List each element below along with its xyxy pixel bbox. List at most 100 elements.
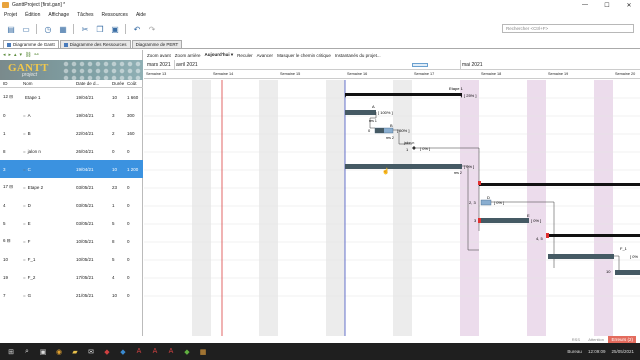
- cell-duree[interactable]: 10: [109, 167, 124, 172]
- cell-date[interactable]: 22/04/21: [73, 131, 109, 136]
- cell-nom[interactable]: = G: [20, 293, 73, 298]
- app-icon[interactable]: A: [134, 347, 144, 357]
- copy-icon[interactable]: ❐: [95, 24, 105, 34]
- cell-cout[interactable]: 0: [124, 275, 143, 280]
- cell-cout[interactable]: 0: [124, 149, 143, 154]
- tab-resources[interactable]: Diagramme des Ressources: [59, 40, 131, 48]
- save-icon[interactable]: ▤: [6, 24, 16, 34]
- cell-cout[interactable]: 1 200: [124, 167, 143, 172]
- move-down-icon[interactable]: ▾: [20, 52, 23, 58]
- cell-date[interactable]: 19/04/21: [73, 167, 109, 172]
- summary-bar-etape1[interactable]: [345, 93, 462, 96]
- clock-time[interactable]: 12:09:09: [588, 349, 606, 354]
- redo-icon[interactable]: ↷: [147, 24, 157, 34]
- cell-cout[interactable]: 0: [124, 257, 143, 262]
- cell-date[interactable]: 19/04/21: [73, 95, 109, 100]
- browser-icon[interactable]: ◉: [54, 347, 64, 357]
- cell-nom[interactable]: = A: [20, 113, 73, 118]
- cell-duree[interactable]: 0: [109, 149, 124, 154]
- rss-link[interactable]: RSS: [572, 337, 580, 342]
- chart-scroll-thumb[interactable]: [412, 63, 428, 67]
- zoom-in-button[interactable]: Zoom avant: [147, 53, 171, 58]
- cell-date[interactable]: 03/05/21: [73, 185, 109, 190]
- cell-date[interactable]: 19/04/21: [73, 113, 109, 118]
- app-icon[interactable]: A: [166, 347, 176, 357]
- table-row[interactable]: 19 = F_2 17/05/21 4 0: [0, 268, 143, 286]
- outdent-icon[interactable]: ◂: [3, 52, 6, 58]
- back-button[interactable]: Reculer: [237, 53, 253, 58]
- table-row[interactable]: 12 ⊟ Etape 1 19/04/21 10 1 660: [0, 88, 143, 106]
- cell-cout[interactable]: 0: [124, 185, 143, 190]
- menu-taches[interactable]: Tâches: [77, 12, 93, 18]
- header-nom[interactable]: Nom: [20, 81, 73, 87]
- menu-projet[interactable]: Projet: [4, 12, 17, 18]
- link-icon[interactable]: ⛓: [25, 52, 31, 58]
- table-row[interactable]: 8 = jalon n 26/04/21 0 0: [0, 142, 143, 160]
- cell-nom[interactable]: = Etape 2: [20, 185, 73, 190]
- table-row[interactable]: 0 = A 19/04/21 3 300: [0, 106, 143, 124]
- cell-date[interactable]: 03/05/21: [73, 203, 109, 208]
- clock-date[interactable]: 25/05/2021: [611, 349, 634, 354]
- menu-aide[interactable]: Aide: [136, 12, 146, 18]
- cell-duree[interactable]: 4: [109, 275, 124, 280]
- app-icon[interactable]: ◆: [102, 347, 112, 357]
- cell-duree[interactable]: 5: [109, 257, 124, 262]
- cell-duree[interactable]: 23: [109, 185, 124, 190]
- zoom-out-button[interactable]: Zoom arrière: [175, 53, 201, 58]
- desktop-label[interactable]: Bureau: [567, 349, 582, 354]
- cell-nom[interactable]: = F_2: [20, 275, 73, 280]
- task-bar-e[interactable]: [481, 218, 529, 223]
- cell-duree[interactable]: 8: [109, 239, 124, 244]
- task-bar-f1[interactable]: [548, 254, 614, 259]
- task-bar-a[interactable]: [345, 110, 376, 115]
- critical-path-button[interactable]: Masquer le chemin critique: [277, 53, 331, 58]
- forward-button[interactable]: Avancer: [257, 53, 273, 58]
- table-row[interactable]: 3 = C 19/04/21 10 1 200: [0, 160, 143, 178]
- close-button[interactable]: ✕: [618, 0, 640, 10]
- indent-icon[interactable]: ▸: [9, 52, 12, 58]
- cell-cout[interactable]: 0: [124, 221, 143, 226]
- table-row[interactable]: 1 = B 22/04/21 2 160: [0, 124, 143, 142]
- print-icon[interactable]: ▭: [21, 24, 31, 34]
- table-row[interactable]: 4 = D 03/05/21 1 0: [0, 196, 143, 214]
- paste-icon[interactable]: ▣: [110, 24, 120, 34]
- header-cout[interactable]: Coût: [124, 81, 143, 87]
- cell-duree[interactable]: 1: [109, 203, 124, 208]
- table-row[interactable]: 17 ⊟ = Etape 2 03/05/21 23 0: [0, 178, 143, 196]
- mail-icon[interactable]: ✉: [86, 347, 96, 357]
- cell-date[interactable]: 10/05/21: [73, 257, 109, 262]
- cell-nom[interactable]: = C: [20, 167, 73, 172]
- table-row[interactable]: 10 = F_1 10/05/21 5 0: [0, 250, 143, 268]
- table-row[interactable]: 7 = G 21/05/21 10 0: [0, 286, 143, 304]
- cell-cout[interactable]: 1 660: [124, 95, 143, 100]
- minimize-button[interactable]: —: [574, 0, 596, 10]
- header-id[interactable]: ID: [0, 81, 20, 87]
- app-icon[interactable]: ◆: [118, 347, 128, 357]
- cell-nom[interactable]: = F: [20, 239, 73, 244]
- milestone-jalon[interactable]: [412, 146, 416, 150]
- cell-duree[interactable]: 2: [109, 131, 124, 136]
- cell-nom[interactable]: = F_1: [20, 257, 73, 262]
- cell-nom[interactable]: = D: [20, 203, 73, 208]
- cell-cout[interactable]: 0: [124, 239, 143, 244]
- move-up-icon[interactable]: ▴: [14, 52, 17, 58]
- search-icon[interactable]: ⌕: [22, 347, 32, 357]
- cell-duree[interactable]: 10: [109, 293, 124, 298]
- ganttproject-taskbar-icon[interactable]: ▦: [198, 347, 208, 357]
- history-icon[interactable]: ◷: [43, 24, 53, 34]
- today-button[interactable]: Aujourd'hui ▾: [205, 52, 234, 58]
- maximize-button[interactable]: ☐: [596, 0, 618, 10]
- app-icon[interactable]: A: [150, 347, 160, 357]
- cell-date[interactable]: 17/05/21: [73, 275, 109, 280]
- cell-duree[interactable]: 10: [109, 95, 124, 100]
- cell-date[interactable]: 26/04/21: [73, 149, 109, 154]
- task-bar-c[interactable]: [345, 164, 462, 169]
- app-icon[interactable]: ◆: [182, 347, 192, 357]
- cell-date[interactable]: 03/05/21: [73, 221, 109, 226]
- cell-date[interactable]: 10/05/21: [73, 239, 109, 244]
- unlink-icon[interactable]: ⚯: [34, 52, 38, 58]
- cell-cout[interactable]: 0: [124, 203, 143, 208]
- cell-nom[interactable]: = B: [20, 131, 73, 136]
- cell-cout[interactable]: 300: [124, 113, 143, 118]
- warnings-link[interactable]: Attention: [588, 337, 604, 342]
